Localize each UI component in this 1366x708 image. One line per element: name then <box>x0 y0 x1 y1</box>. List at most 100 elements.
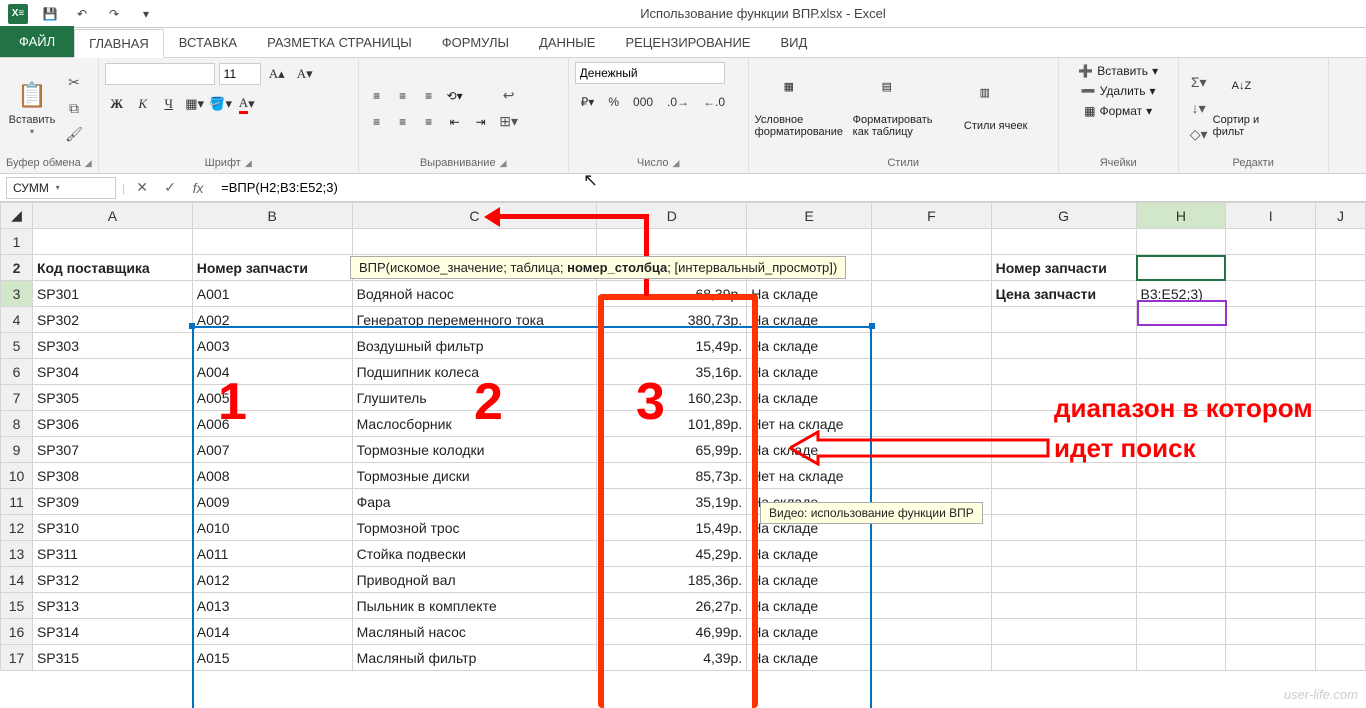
col-header-G[interactable]: G <box>991 203 1136 229</box>
cell[interactable] <box>1226 541 1316 567</box>
cell[interactable] <box>1226 567 1316 593</box>
align-bottom-icon[interactable]: ≡ <box>417 85 441 107</box>
cell[interactable]: Тормозные диски <box>352 463 597 489</box>
row-header-4[interactable]: 4 <box>1 307 33 333</box>
cell[interactable]: На складе <box>747 333 872 359</box>
row-header-16[interactable]: 16 <box>1 619 33 645</box>
cell[interactable] <box>1316 359 1366 385</box>
cell[interactable]: Номер запчасти <box>991 255 1136 281</box>
cell[interactable] <box>991 541 1136 567</box>
cell-H3-formula[interactable]: B3:E52;3) <box>1136 281 1226 307</box>
row-header-11[interactable]: 11 <box>1 489 33 515</box>
row-header-15[interactable]: 15 <box>1 593 33 619</box>
cell[interactable]: 35,19р. <box>597 489 747 515</box>
cell[interactable] <box>1316 307 1366 333</box>
col-header-H[interactable]: H <box>1136 203 1226 229</box>
cell[interactable] <box>872 593 992 619</box>
cell[interactable]: A007 <box>192 437 352 463</box>
format-as-table-button[interactable]: ▤ Форматировать как таблицу <box>853 80 943 138</box>
cell[interactable] <box>1226 489 1316 515</box>
cell[interactable] <box>1136 307 1226 333</box>
qat-customize-icon[interactable]: ▾ <box>132 2 160 26</box>
tab-home[interactable]: ГЛАВНАЯ <box>74 29 164 58</box>
row-header-14[interactable]: 14 <box>1 567 33 593</box>
cell[interactable]: Тормозной трос <box>352 515 597 541</box>
cell[interactable]: Номер запчасти <box>192 255 352 281</box>
cell[interactable]: SP303 <box>32 333 192 359</box>
sort-filter-button[interactable]: A↓Z Сортир и фильт <box>1213 80 1283 138</box>
cell[interactable]: 185,36р. <box>597 567 747 593</box>
cell[interactable]: 65,99р. <box>597 437 747 463</box>
tab-insert[interactable]: ВСТАВКА <box>164 28 252 57</box>
cell[interactable] <box>1226 333 1316 359</box>
cell[interactable] <box>747 229 872 255</box>
cell[interactable]: На складе <box>747 593 872 619</box>
cell[interactable] <box>872 619 992 645</box>
select-all-corner[interactable]: ◢ <box>1 203 33 229</box>
row-header-5[interactable]: 5 <box>1 333 33 359</box>
cell[interactable] <box>1136 359 1226 385</box>
cell[interactable] <box>991 333 1136 359</box>
selection-handle[interactable] <box>869 323 875 329</box>
cell[interactable]: A009 <box>192 489 352 515</box>
col-header-B[interactable]: B <box>192 203 352 229</box>
tab-formulas[interactable]: ФОРМУЛЫ <box>427 28 524 57</box>
cell[interactable]: SP309 <box>32 489 192 515</box>
cell[interactable] <box>352 229 597 255</box>
delete-cells-button[interactable]: ➖Удалить▾ <box>1077 82 1160 100</box>
cell[interactable] <box>1136 541 1226 567</box>
cell[interactable] <box>1136 515 1226 541</box>
row-header-17[interactable]: 17 <box>1 645 33 671</box>
align-middle-icon[interactable]: ≡ <box>391 85 415 107</box>
row-header-2[interactable]: 2 <box>1 255 33 281</box>
cell[interactable] <box>991 619 1136 645</box>
cell[interactable]: Цена запчасти <box>991 281 1136 307</box>
cell[interactable] <box>1136 567 1226 593</box>
cell[interactable]: Водяной насос <box>352 281 597 307</box>
number-launcher-icon[interactable]: ◢ <box>673 158 680 169</box>
clear-icon[interactable]: ◇▾ <box>1185 123 1213 147</box>
row-header-3[interactable]: 3 <box>1 281 33 307</box>
cell[interactable] <box>1136 593 1226 619</box>
cell[interactable] <box>872 567 992 593</box>
format-painter-icon[interactable]: 🖌 <box>60 123 88 147</box>
cell[interactable]: A011 <box>192 541 352 567</box>
cell[interactable] <box>872 255 992 281</box>
fill-icon[interactable]: ↓▾ <box>1185 97 1213 121</box>
save-icon[interactable]: 💾 <box>36 2 64 26</box>
row-header-6[interactable]: 6 <box>1 359 33 385</box>
cell[interactable] <box>1316 645 1366 671</box>
cell[interactable]: SP312 <box>32 567 192 593</box>
cell[interactable]: На складе <box>747 645 872 671</box>
font-size-input[interactable] <box>219 63 261 85</box>
cell[interactable]: A004 <box>192 359 352 385</box>
insert-function-icon[interactable]: fx <box>187 177 209 199</box>
cell-styles-button[interactable]: ▥ Стили ячеек <box>951 86 1041 132</box>
row-header-12[interactable]: 12 <box>1 515 33 541</box>
cell[interactable]: A012 <box>192 567 352 593</box>
cell[interactable]: A008 <box>192 463 352 489</box>
row-header-7[interactable]: 7 <box>1 385 33 411</box>
underline-button[interactable]: Ч <box>157 92 181 116</box>
orientation-icon[interactable]: ⟲▾ <box>443 85 467 107</box>
cell[interactable]: Пыльник в комплекте <box>352 593 597 619</box>
redo-icon[interactable]: ↷ <box>100 2 128 26</box>
cell[interactable] <box>991 359 1136 385</box>
tab-data[interactable]: ДАННЫЕ <box>524 28 610 57</box>
cell[interactable] <box>1226 229 1316 255</box>
row-header-10[interactable]: 10 <box>1 463 33 489</box>
cell[interactable] <box>1136 333 1226 359</box>
col-header-J[interactable]: J <box>1316 203 1366 229</box>
cell[interactable]: SP308 <box>32 463 192 489</box>
cell[interactable] <box>872 229 992 255</box>
cell[interactable] <box>872 333 992 359</box>
cell[interactable]: SP310 <box>32 515 192 541</box>
percent-format-icon[interactable]: % <box>602 90 625 114</box>
col-header-E[interactable]: E <box>747 203 872 229</box>
cell[interactable]: 26,27р. <box>597 593 747 619</box>
cell[interactable]: 15,49р. <box>597 333 747 359</box>
cell[interactable] <box>991 593 1136 619</box>
wrap-text-icon[interactable]: ↩ <box>495 84 523 108</box>
cell[interactable] <box>1316 333 1366 359</box>
col-header-I[interactable]: I <box>1226 203 1316 229</box>
